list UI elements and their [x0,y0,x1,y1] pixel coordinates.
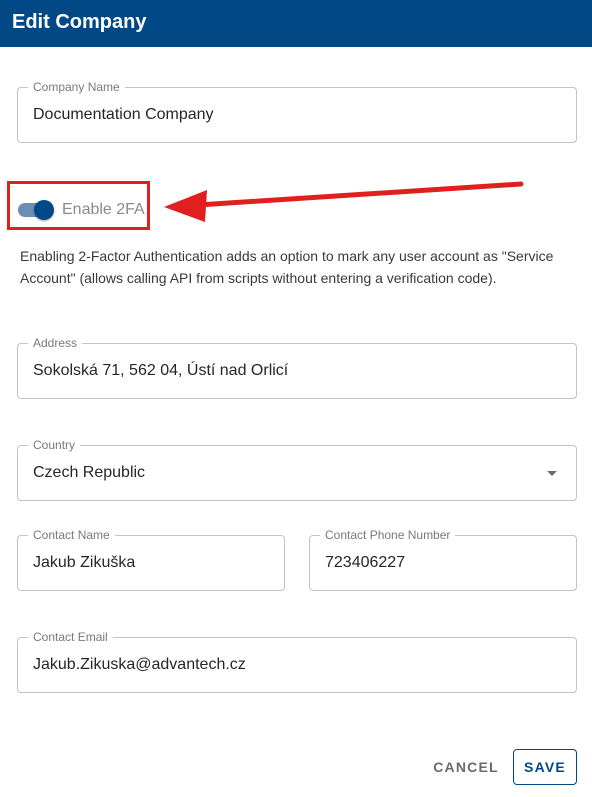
address-label: Address [28,336,83,350]
contact-name-value: Jakub Zikuška [33,554,136,571]
save-button[interactable]: SAVE [513,749,577,785]
company-name-value: Documentation Company [33,106,214,123]
contact-phone-value: 723406227 [325,554,406,571]
contact-phone-label: Contact Phone Number [320,528,456,542]
address-field[interactable]: Address Sokolská 71, 562 04, Ústí nad Or… [17,336,577,399]
contact-name-field[interactable]: Contact Name Jakub Zikuška [17,528,285,591]
contact-phone-field[interactable]: Contact Phone Number 723406227 [309,528,577,591]
address-value: Sokolská 71, 562 04, Ústí nad Orlicí [33,362,289,379]
contact-name-label: Contact Name [28,528,115,542]
country-label: Country [28,438,81,452]
annotation-highlight-box [7,181,150,230]
country-select[interactable]: Country Czech Republic [17,438,577,501]
2fa-help-text: Enabling 2-Factor Authentication adds an… [20,248,554,286]
contact-email-label: Contact Email [28,630,113,644]
company-name-label: Company Name [28,80,125,94]
company-name-field[interactable]: Company Name Documentation Company [17,80,577,143]
dialog-title: Edit Company [0,0,592,47]
contact-email-value: Jakub.Zikuska@advantech.cz [33,656,246,673]
contact-email-field[interactable]: Contact Email Jakub.Zikuska@advantech.cz [17,630,577,693]
caret-down-icon[interactable] [547,471,557,476]
country-value: Czech Republic [33,464,146,481]
cancel-button[interactable]: CANCEL [426,749,506,785]
